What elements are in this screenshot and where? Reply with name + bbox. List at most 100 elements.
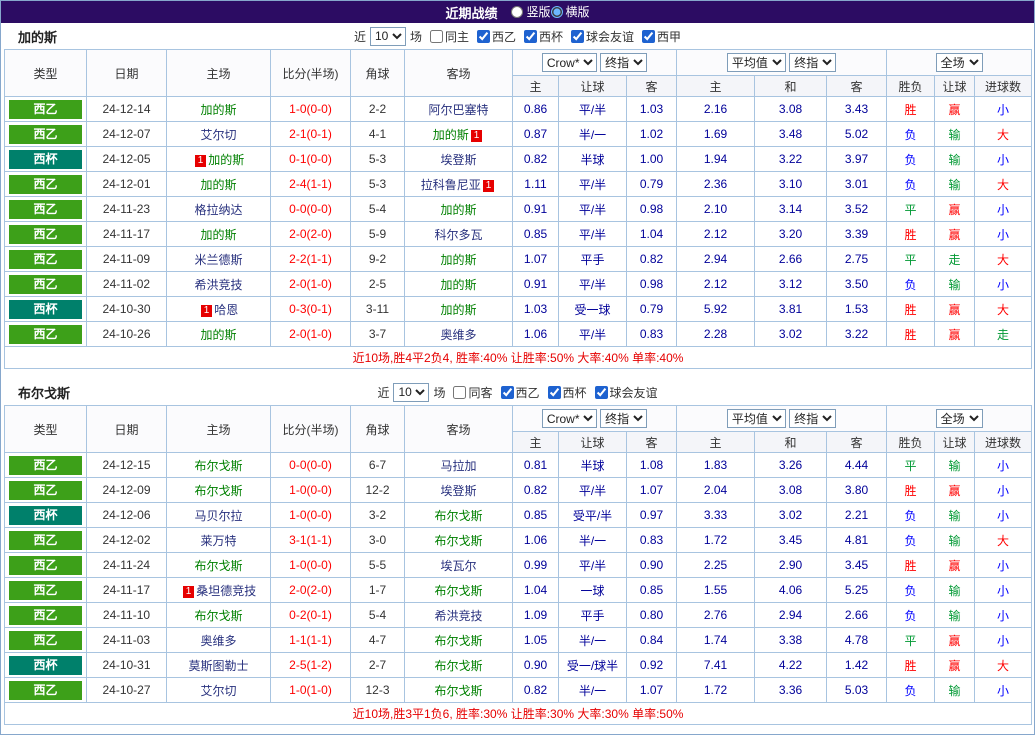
avg-away-odds: 3.52 <box>826 196 888 222</box>
result-handicap: 赢 <box>934 552 976 578</box>
layout-radio[interactable] <box>550 5 563 18</box>
corner-cell: 4-7 <box>350 627 405 653</box>
team-link[interactable]: 布尔戈斯 <box>434 684 482 698</box>
avg-home-odds: 5.92 <box>676 296 756 322</box>
team-link[interactable]: 艾尔切 <box>200 128 236 142</box>
filter-checkbox[interactable] <box>571 29 585 43</box>
team-link[interactable]: 加的斯 <box>208 153 244 167</box>
team-link[interactable]: 米兰德斯 <box>194 253 242 267</box>
team-link[interactable]: 加的斯 <box>433 128 469 142</box>
filter-checkboxes: 同客 西乙 西杯 球会友谊 <box>453 384 658 401</box>
team-link[interactable]: 布尔戈斯 <box>194 459 242 473</box>
match-row: 西乙 24-12-02 莱万特 3-1(1-1) 3-0 布尔戈斯 1.06 半/一 0.83 1… <box>4 527 1033 553</box>
avg-away-odds: 2.21 <box>826 502 888 528</box>
fulltime-select[interactable]: 全场 <box>935 409 983 428</box>
filter-checkbox[interactable] <box>524 29 537 43</box>
team-link[interactable]: 希洪竞技 <box>194 278 242 292</box>
filter-option-同主[interactable]: 同主 <box>429 28 469 45</box>
filter-option-球会友谊[interactable]: 球会友谊 <box>594 384 658 401</box>
bookmaker-home-odds: 0.91 <box>512 196 559 222</box>
team-link[interactable]: 加的斯 <box>200 228 236 242</box>
team-link[interactable]: 拉科鲁尼亚 <box>421 178 481 192</box>
bookmaker-handicap: 半球 <box>558 146 627 172</box>
odds-stage-select[interactable]: 终指 <box>600 53 648 72</box>
filter-option-球会友谊[interactable]: 球会友谊 <box>571 28 634 45</box>
team-link[interactable]: 加的斯 <box>440 253 476 267</box>
team-link[interactable]: 奥维多 <box>200 634 236 648</box>
team-link[interactable]: 桑坦德竞技 <box>196 584 256 598</box>
league-badge: 西乙 <box>9 530 82 550</box>
filter-checkbox[interactable] <box>429 29 443 43</box>
away-team-cell: 布尔戈斯 <box>404 627 513 653</box>
match-count-select[interactable]: 10 <box>393 382 430 402</box>
average-stage-select[interactable]: 终指 <box>789 53 837 72</box>
team-link[interactable]: 莱万特 <box>200 534 236 548</box>
team-link[interactable]: 格拉纳达 <box>194 203 242 217</box>
team-link[interactable]: 布尔戈斯 <box>434 509 482 523</box>
team-link[interactable]: 哈恩 <box>214 303 238 317</box>
average-select[interactable]: 平均值 <box>726 409 786 428</box>
filter-option-西乙[interactable]: 西乙 <box>476 28 516 45</box>
result-goals: 大 <box>974 296 1033 322</box>
team-link[interactable]: 希洪竞技 <box>434 609 482 623</box>
filter-bar: 近 10 场 同主 西乙 西杯 球会友谊 西甲 <box>354 26 681 46</box>
bookmaker-handicap: 平/半 <box>558 552 627 578</box>
filter-option-西乙[interactable]: 西乙 <box>500 384 540 401</box>
team-link[interactable]: 埃登斯 <box>440 484 476 498</box>
bookmaker-home-odds: 1.05 <box>512 627 559 653</box>
home-team-cell: 布尔戈斯 <box>166 477 271 503</box>
filter-checkbox[interactable] <box>476 29 490 43</box>
filter-option-西杯[interactable]: 西杯 <box>524 28 563 45</box>
bookmaker-away-odds: 0.83 <box>625 527 678 553</box>
layout-option-horizontal[interactable]: 横版 <box>550 3 590 20</box>
team-link[interactable]: 艾尔切 <box>200 684 236 698</box>
filter-option-同客[interactable]: 同客 <box>453 384 493 401</box>
team-link[interactable]: 加的斯 <box>200 178 236 192</box>
filter-checkbox[interactable] <box>453 385 467 399</box>
filter-option-西甲[interactable]: 西甲 <box>642 28 681 45</box>
match-count-select[interactable]: 10 <box>369 26 406 46</box>
filter-checkbox[interactable] <box>500 385 514 399</box>
fulltime-select[interactable]: 全场 <box>935 53 983 72</box>
team-link[interactable]: 加的斯 <box>440 203 476 217</box>
avg-away-odds: 3.39 <box>826 221 888 247</box>
team-link[interactable]: 加的斯 <box>440 278 476 292</box>
team-link[interactable]: 埃登斯 <box>440 153 476 167</box>
team-link[interactable]: 加的斯 <box>200 328 236 342</box>
team-link[interactable]: 埃瓦尔 <box>440 559 476 573</box>
team-link[interactable]: 加的斯 <box>440 303 476 317</box>
bookmaker-select[interactable]: Crow* <box>541 53 597 72</box>
team-link[interactable]: 阿尔巴塞特 <box>428 103 488 117</box>
team-link[interactable]: 科尔多瓦 <box>434 228 482 242</box>
team-link[interactable]: 布尔戈斯 <box>194 609 242 623</box>
team-link[interactable]: 布尔戈斯 <box>434 659 482 673</box>
team-link[interactable]: 布尔戈斯 <box>434 534 482 548</box>
avg-draw-odds: 4.22 <box>754 652 828 678</box>
bookmaker-home-odds: 0.85 <box>512 502 559 528</box>
team-link[interactable]: 奥维多 <box>440 328 476 342</box>
team-link[interactable]: 莫斯图勒士 <box>188 659 248 673</box>
league-badge: 西乙 <box>9 580 82 600</box>
filter-checkbox[interactable] <box>642 29 656 43</box>
bookmaker-handicap: 平手 <box>558 246 627 272</box>
layout-radio[interactable] <box>511 5 524 18</box>
team-link[interactable]: 布尔戈斯 <box>194 559 242 573</box>
odds-stage-select[interactable]: 终指 <box>600 409 648 428</box>
team-link[interactable]: 马贝尔拉 <box>194 509 242 523</box>
filter-checkbox[interactable] <box>547 385 561 399</box>
bookmaker-handicap: 受一/球半 <box>558 652 627 678</box>
bookmaker-select[interactable]: Crow* <box>541 409 597 428</box>
team-link[interactable]: 布尔戈斯 <box>194 484 242 498</box>
average-stage-select[interactable]: 终指 <box>789 409 837 428</box>
team-link[interactable]: 布尔戈斯 <box>434 584 482 598</box>
score-cell: 2-0(1-0) <box>270 271 351 297</box>
league-cell: 西乙 <box>4 246 87 272</box>
layout-option-vertical[interactable]: 竖版 <box>511 3 551 20</box>
team-link[interactable]: 加的斯 <box>200 103 236 117</box>
team-link[interactable]: 马拉加 <box>440 459 476 473</box>
filter-option-西杯[interactable]: 西杯 <box>547 384 587 401</box>
team-link[interactable]: 布尔戈斯 <box>434 634 482 648</box>
score-cell: 3-1(1-1) <box>270 527 351 553</box>
filter-checkbox[interactable] <box>594 385 608 399</box>
average-select[interactable]: 平均值 <box>726 53 786 72</box>
